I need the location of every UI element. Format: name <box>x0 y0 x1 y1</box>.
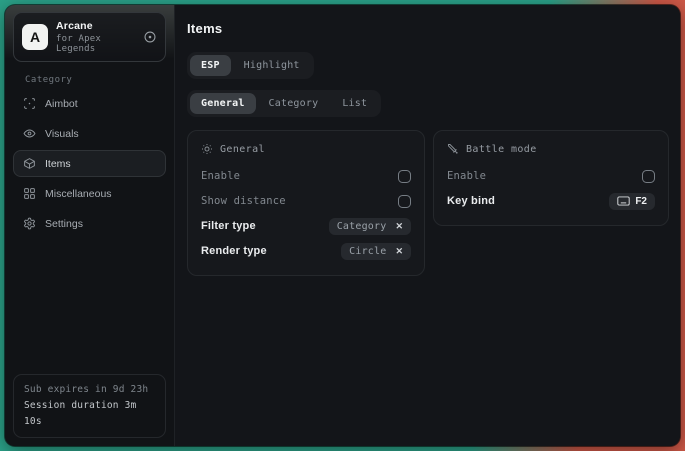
package-icon <box>23 157 36 170</box>
sidebar-item-label: Items <box>45 158 71 170</box>
sidebar-item-label: Aimbot <box>45 98 78 110</box>
setting-label: Render type <box>201 245 267 257</box>
setting-row: Enable <box>201 164 411 188</box>
category-label: Category <box>25 75 174 85</box>
main-content: Items ESP Highlight General Category Lis… <box>175 5 680 446</box>
mode-tabs: ESP Highlight <box>187 52 314 79</box>
show-distance-checkbox[interactable] <box>398 195 411 208</box>
brand-card: A Arcane for Apex Legends <box>13 12 166 62</box>
sidebar-item-items[interactable]: Items <box>13 150 166 177</box>
panel-general-header: General <box>201 143 411 155</box>
app-window: A Arcane for Apex Legends Category <box>5 5 680 446</box>
sidebar-item-visuals[interactable]: Visuals <box>13 120 166 147</box>
keybind-button[interactable]: F2 <box>609 193 655 210</box>
setting-label: Enable <box>447 170 486 182</box>
sidebar-item-label: Settings <box>45 218 83 230</box>
panel-title: Battle mode <box>466 144 537 155</box>
sidebar-item-settings[interactable]: Settings <box>13 210 166 237</box>
tab-general[interactable]: General <box>190 93 256 114</box>
sword-icon <box>447 143 459 155</box>
tab-esp[interactable]: ESP <box>190 55 231 76</box>
sidebar-item-label: Miscellaneous <box>45 188 112 200</box>
tab-list[interactable]: List <box>331 93 378 114</box>
select-value: Circle <box>349 246 386 257</box>
crosshair-icon <box>23 97 36 110</box>
setting-row: Show distance <box>201 189 411 213</box>
render-type-select[interactable]: Circle ✕ <box>341 243 411 260</box>
sun-icon <box>201 143 213 155</box>
keybind-value: F2 <box>635 196 647 207</box>
eye-icon <box>23 127 36 140</box>
grid-icon <box>23 187 36 200</box>
filter-type-select[interactable]: Category ✕ <box>329 218 411 235</box>
setting-row: Render type Circle ✕ <box>201 239 411 263</box>
setting-label: Enable <box>201 170 240 182</box>
setting-row: Filter type Category ✕ <box>201 214 411 238</box>
brand-subtitle: for Apex Legends <box>56 34 135 54</box>
target-icon[interactable] <box>143 30 157 44</box>
keyboard-icon <box>617 196 630 206</box>
sub-expiry-text: Sub expires in 9d 23h <box>24 382 155 398</box>
clear-icon[interactable]: ✕ <box>395 221 403 232</box>
sidebar-item-label: Visuals <box>45 128 79 140</box>
panel-battle-header: Battle mode <box>447 143 655 155</box>
app-logo: A <box>22 24 48 50</box>
setting-label: Show distance <box>201 195 286 207</box>
panel-battle-mode: Battle mode Enable Key bind <box>433 130 669 226</box>
sidebar-item-aimbot[interactable]: Aimbot <box>13 90 166 117</box>
sidebar-nav: Aimbot Visuals Items <box>5 90 174 237</box>
subscription-card: Sub expires in 9d 23h Session duration 3… <box>13 374 166 438</box>
enable-checkbox[interactable] <box>398 170 411 183</box>
clear-icon[interactable]: ✕ <box>395 246 403 257</box>
tab-highlight[interactable]: Highlight <box>233 55 311 76</box>
battle-enable-checkbox[interactable] <box>642 170 655 183</box>
view-tabs: General Category List <box>187 90 381 117</box>
panel-title: General <box>220 144 265 155</box>
sidebar: A Arcane for Apex Legends Category <box>5 5 175 446</box>
brand-name: Arcane <box>56 20 135 32</box>
setting-label: Filter type <box>201 220 256 232</box>
page-title: Items <box>187 21 669 36</box>
sidebar-item-miscellaneous[interactable]: Miscellaneous <box>13 180 166 207</box>
gear-icon <box>23 217 36 230</box>
session-duration-text: Session duration 3m 10s <box>24 398 155 430</box>
panels-row: General Enable Show distance Filter type… <box>187 130 669 276</box>
brand-text: Arcane for Apex Legends <box>56 20 135 54</box>
setting-row: Enable <box>447 164 655 188</box>
setting-row: Key bind F2 <box>447 189 655 213</box>
setting-label: Key bind <box>447 195 495 207</box>
tab-category[interactable]: Category <box>258 93 330 114</box>
select-value: Category <box>337 221 387 232</box>
panel-general: General Enable Show distance Filter type… <box>187 130 425 276</box>
